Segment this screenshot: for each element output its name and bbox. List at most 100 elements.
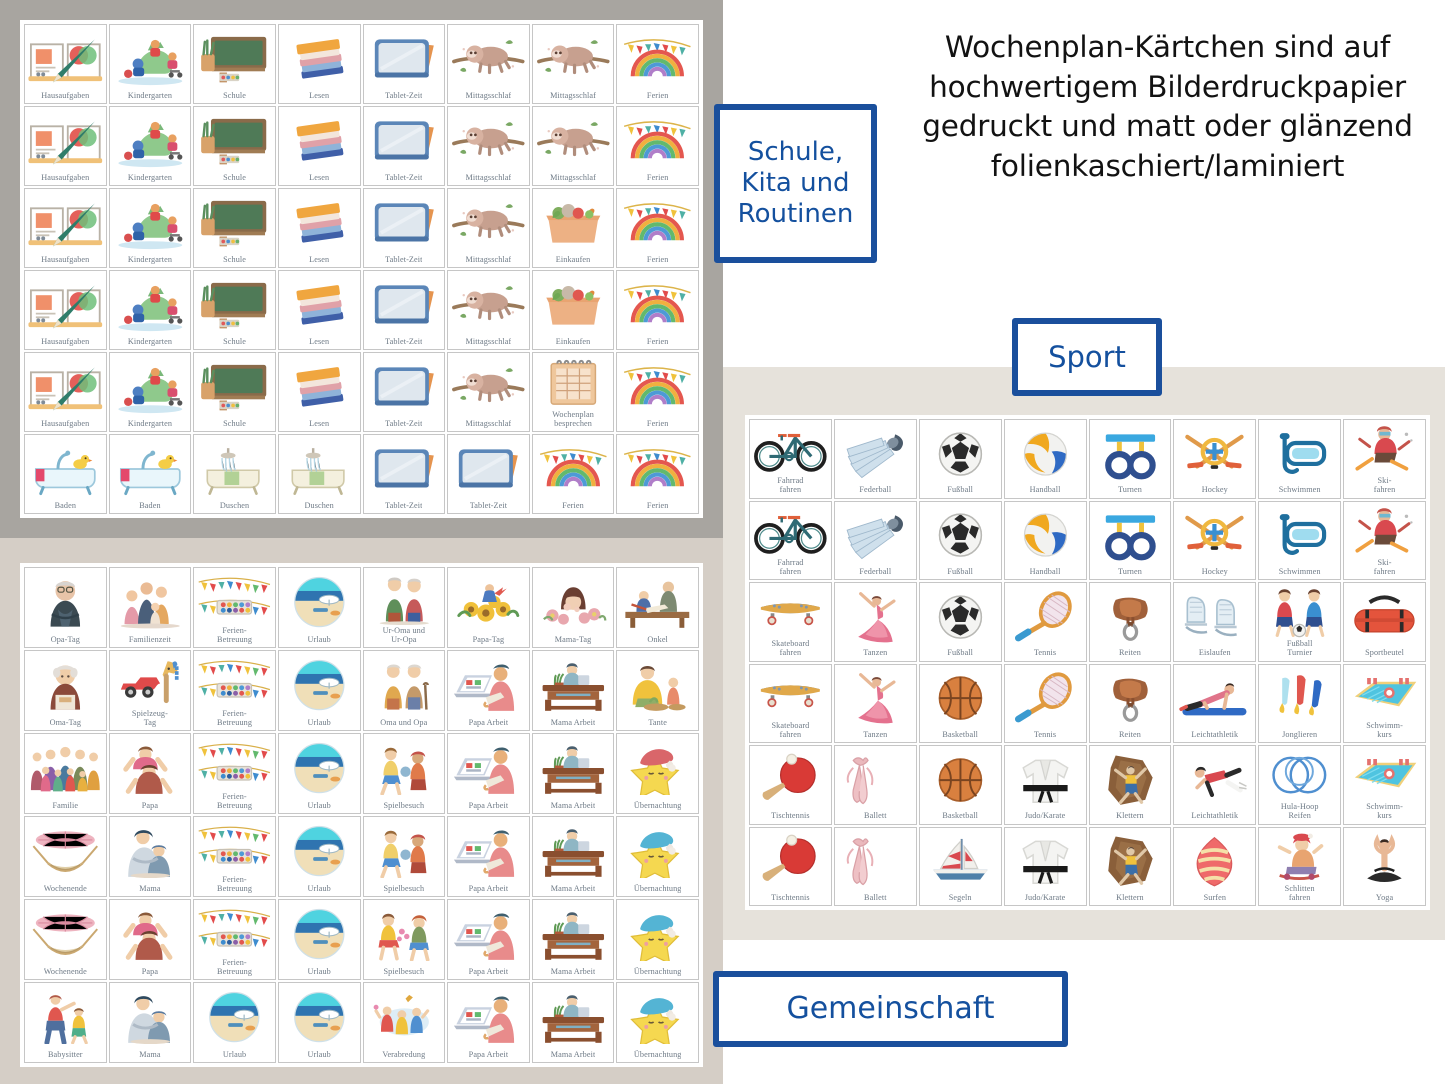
card-label: Papa Arbeit (468, 1049, 509, 1059)
card-label: Hausaufgaben (41, 172, 90, 182)
card-label: Lesen (309, 172, 330, 182)
picture-card: Übernachtung (616, 816, 699, 897)
sleeping-star-blue-icon (618, 819, 697, 884)
card-label: Ferien (562, 500, 584, 510)
picture-card: Surfen (1173, 826, 1257, 906)
picture-card: Mama (108, 982, 192, 1063)
bicycle-icon (751, 504, 830, 558)
saddle-icon (1091, 667, 1170, 730)
uncle-child-icon (618, 570, 697, 635)
grandmother-icon (26, 653, 105, 718)
ice-skates-icon (1175, 585, 1254, 648)
picture-card: Schwimmen (1258, 500, 1342, 580)
book-stack-icon (280, 27, 359, 91)
card-label: Jonglieren (1282, 729, 1318, 739)
card-label: Lesen (309, 336, 330, 346)
card-label: Kindergarten (127, 336, 173, 346)
picture-card: Hausaufgaben (24, 352, 107, 432)
tablet-icon (449, 437, 528, 501)
card-label: Tablet-Zeit (385, 336, 423, 346)
picture-card: Schule (193, 24, 276, 104)
picture-card: Turnen (1088, 500, 1172, 580)
picture-card: Eislaufen (1173, 582, 1257, 662)
card-label: Ferien- Betreuung (217, 874, 253, 893)
picture-card: Segeln (918, 826, 1002, 906)
card-label: Spielbesuch (383, 883, 425, 893)
card-label: Ferien- Betreuung (217, 625, 253, 644)
card-label: Eislaufen (1198, 648, 1231, 658)
card-label: Tanzen (863, 648, 888, 658)
card-label: Ski- fahren (1373, 476, 1396, 495)
card-label: Hausaufgaben (41, 90, 90, 100)
picture-card: Reiten (1088, 663, 1172, 743)
card-label: Baden (139, 500, 161, 510)
kids-playground-dino-icon (111, 27, 190, 91)
card-label: Schule (223, 172, 246, 182)
card-label: Ferien (646, 90, 669, 100)
card-label: Ski- fahren (1373, 557, 1396, 576)
card-label: Lesen (309, 90, 330, 100)
mama-desk-icon (534, 819, 613, 884)
kids-playground-dino-icon (111, 191, 190, 255)
picture-card: Wochenende (24, 816, 107, 897)
card-label: Hausaufgaben (41, 254, 90, 264)
picture-card: Tischtennis (749, 745, 832, 825)
card-label: Tablet-Zeit (385, 500, 423, 510)
picture-card: Skateboard fahren (749, 663, 832, 743)
rainbow-bunting-icon (534, 437, 613, 501)
picture-card: Schule (193, 106, 276, 186)
picture-card: Mama-Tag (531, 567, 615, 648)
picture-card: Übernachtung (616, 733, 699, 814)
picture-card: Judo/Karate (1003, 826, 1087, 906)
card-label: Lesen (309, 418, 330, 428)
shuttlecock-icon (836, 504, 915, 567)
sloth-icon (449, 355, 528, 419)
beach-circle-icon (280, 819, 359, 884)
picture-card: Papa (108, 899, 192, 980)
card-label: Basketball (942, 811, 978, 821)
picture-card: Ferien (616, 352, 699, 432)
beach-circle-icon (195, 985, 274, 1050)
card-label: Einkaufen (555, 336, 591, 346)
picture-card: Übernachtung (616, 899, 699, 980)
card-label: Übernachtung (633, 883, 682, 893)
card-label: Schule (223, 90, 246, 100)
card-label: Mittagsschlaf (550, 172, 596, 182)
picture-card: Urlaub (277, 650, 361, 731)
beach-circle-icon (280, 985, 359, 1050)
card-label: Schule (223, 418, 246, 428)
card-label: Skateboard fahren (771, 720, 810, 739)
card-label: Spielzeug- Tag (131, 708, 168, 727)
picture-card: Lesen (277, 106, 361, 186)
table-tennis-icon (751, 830, 830, 893)
picture-card: Ballett (833, 745, 917, 825)
card-label: Tablet-Zeit (385, 254, 423, 264)
picture-card: Schule (193, 352, 276, 432)
yoga-pose-icon (1345, 830, 1424, 893)
picture-card: Ur-Oma und Ur-Opa (362, 567, 446, 648)
grocery-box-icon (534, 191, 613, 255)
headline-text: Wochenplan-Kärtchen sind auf hochwertige… (922, 30, 1413, 183)
handball-icon (1006, 422, 1085, 485)
basketball-icon (921, 748, 1000, 811)
tennis-racket-icon (1006, 667, 1085, 730)
picture-card: Duschen (193, 434, 276, 514)
card-label: Ferien- Betreuung (217, 957, 253, 976)
papa-shoulders-icon (111, 902, 190, 967)
card-label: Skateboard fahren (771, 639, 810, 658)
rainbow-bunting-icon (618, 355, 697, 419)
shower-tub-icon (195, 437, 274, 501)
card-label: Urlaub (307, 634, 331, 644)
picture-card: Kindergarten (108, 24, 192, 104)
tablet-icon (365, 437, 444, 501)
card-label: Mittagsschlaf (465, 418, 512, 428)
saddle-icon (1091, 585, 1170, 648)
bicycle-icon (751, 422, 830, 476)
picture-card: Ferien- Betreuung (193, 567, 276, 648)
sled-child-icon (1260, 830, 1339, 884)
picture-card: Ski- fahren (1343, 419, 1426, 499)
picture-card: Urlaub (193, 982, 276, 1063)
family-sitting-icon (111, 570, 190, 635)
open-book-pencil-icon (26, 27, 105, 91)
sleeping-star-blue-icon (618, 902, 697, 967)
